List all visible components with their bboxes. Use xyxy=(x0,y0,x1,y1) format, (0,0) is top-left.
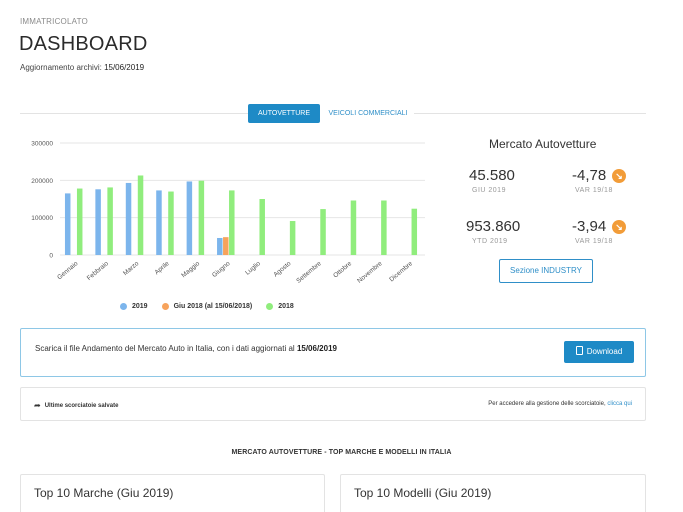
bar-2019-marzo xyxy=(125,182,132,255)
download-text: Scarica il file Andamento del Mercato Au… xyxy=(35,344,337,353)
registrations-bar-chart: 0 100000 200000 300000 Gennaio Febbraio Marzo A… xyxy=(31,141,425,285)
saved-shortcuts-label: Ultime scorciatoie salvate xyxy=(44,403,119,409)
x-tick-label: Giugno xyxy=(211,260,232,279)
file-pdf-icon xyxy=(575,346,583,355)
x-tick-label: Aprile xyxy=(154,260,172,276)
legend-label-2019: 2019 xyxy=(132,303,148,310)
bar-2019-gennaio xyxy=(64,193,71,255)
bar-2018-novembre xyxy=(381,200,387,255)
x-tick-label: Luglio xyxy=(244,260,262,277)
legend-item-giu2018[interactable]: Giu 2018 (al 15/06/2018) xyxy=(161,303,253,310)
legend-label-giu2018: Giu 2018 (al 15/06/2018) xyxy=(173,303,253,310)
x-tick-label: Agosto xyxy=(272,260,292,279)
y-tick-label: 100000 xyxy=(31,215,53,222)
tab-divider-left xyxy=(20,113,248,114)
month-var-value: -4,78 xyxy=(572,167,607,184)
shortcuts-management: Per accedere alla gestione delle scorcia… xyxy=(488,401,632,407)
share-icon: ➦ xyxy=(34,401,41,410)
tab-divider-right xyxy=(414,113,646,114)
legend-item-2018[interactable]: 2018 xyxy=(266,303,294,310)
bar-2018-luglio xyxy=(259,199,265,255)
bar-2019-maggio xyxy=(186,181,193,255)
bar-2018-dicembre xyxy=(411,208,418,255)
legend-dot-2019 xyxy=(120,303,127,310)
x-tick-label: Ottobre xyxy=(332,260,353,280)
industry-section-button[interactable]: Sezione INDUSTRY xyxy=(499,259,593,283)
bar-2018-settembre xyxy=(320,209,326,255)
x-tick-label: Gennaio xyxy=(56,260,80,281)
x-tick-label: Dicembre xyxy=(388,260,414,283)
bar-2018-marzo xyxy=(137,175,144,255)
ytd-value: 953.860 xyxy=(466,218,521,235)
bar-2018-ottobre xyxy=(350,200,357,255)
bar-2019-febbraio xyxy=(95,189,101,255)
market-title: Mercato Autovetture xyxy=(489,137,597,151)
bar-2018-gennaio xyxy=(76,188,83,255)
bar-2018-febbraio xyxy=(107,187,113,255)
download-description: Scarica il file Andamento del Mercato Au… xyxy=(35,344,295,353)
arrow-down-right-icon: ↘ xyxy=(612,220,626,234)
download-button-label: Download xyxy=(586,347,623,356)
bar-giu-giugno xyxy=(223,237,229,255)
tab-veicoli-commerciali[interactable]: VEICOLI COMMERCIALI xyxy=(322,104,414,123)
legend-dot-giu2018 xyxy=(161,303,169,310)
ytd-var-label: VAR 19/18 xyxy=(575,238,613,245)
legend-label-2018: 2018 xyxy=(278,303,294,310)
bar-2018-aprile xyxy=(168,191,174,255)
top-section-heading: MERCATO AUTOVETTURE - TOP MARCHE E MODEL… xyxy=(231,449,452,456)
arrow-down-right-icon: ↘ xyxy=(612,169,626,183)
y-tick-label: 0 xyxy=(49,253,53,260)
bar-2019-aprile xyxy=(156,190,162,255)
page-eyebrow: IMMATRICOLATO xyxy=(20,17,88,26)
ytd-label: YTD 2019 xyxy=(472,238,508,245)
x-tick-label: Maggio xyxy=(180,260,201,279)
chart-legend: 2019 Giu 2018 (al 15/06/2018) 2018 xyxy=(120,303,294,310)
x-tick-label: Febbraio xyxy=(86,260,110,282)
page-title: DASHBOARD xyxy=(19,33,148,55)
download-button[interactable]: Download xyxy=(564,341,634,363)
shortcuts-management-text: Per accedere alla gestione delle scorcia… xyxy=(488,401,606,407)
x-tick-label: Settembre xyxy=(295,260,323,285)
x-tick-label: Marzo xyxy=(122,260,141,277)
ytd-var-value: -3,94 xyxy=(572,218,607,235)
legend-item-2019[interactable]: 2019 xyxy=(120,303,148,310)
saved-shortcuts-panel: ➦ Ultime scorciatoie salvate Per accedere… xyxy=(20,387,646,421)
top-models-card[interactable]: Top 10 Modelli (Giu 2019) xyxy=(340,474,646,512)
archive-update: Aggiornamento archivi: 15/06/2019 xyxy=(20,63,144,72)
month-label: GIU 2019 xyxy=(472,187,506,194)
download-date: 15/06/2019 xyxy=(296,344,337,353)
bar-2018-giugno xyxy=(229,190,235,255)
archive-update-label: Aggiornamento archivi: xyxy=(20,63,102,72)
bar-2018-agosto xyxy=(289,221,296,255)
month-value: 45.580 xyxy=(469,167,515,184)
top-models-title: Top 10 Modelli (Giu 2019) xyxy=(354,486,492,500)
tab-autovetture[interactable]: AUTOVETTURE xyxy=(248,104,320,123)
archive-update-date: 15/06/2019 xyxy=(104,63,145,72)
x-tick-label: Novembre xyxy=(356,260,384,285)
download-panel: Scarica il file Andamento del Mercato Au… xyxy=(20,328,646,377)
bar-2018-maggio xyxy=(198,180,205,255)
bar-2019-giugno xyxy=(217,237,223,255)
y-tick-label: 200000 xyxy=(31,178,53,185)
legend-dot-2018 xyxy=(266,303,274,310)
top-brands-card[interactable]: Top 10 Marche (Giu 2019) xyxy=(20,474,325,512)
month-var-label: VAR 19/18 xyxy=(575,187,613,194)
y-tick-label: 300000 xyxy=(31,141,53,148)
shortcuts-management-link[interactable]: clicca qui xyxy=(607,401,632,407)
top-brands-title: Top 10 Marche (Giu 2019) xyxy=(34,486,174,500)
saved-shortcuts-title: ➦ Ultime scorciatoie salvate xyxy=(34,401,118,410)
